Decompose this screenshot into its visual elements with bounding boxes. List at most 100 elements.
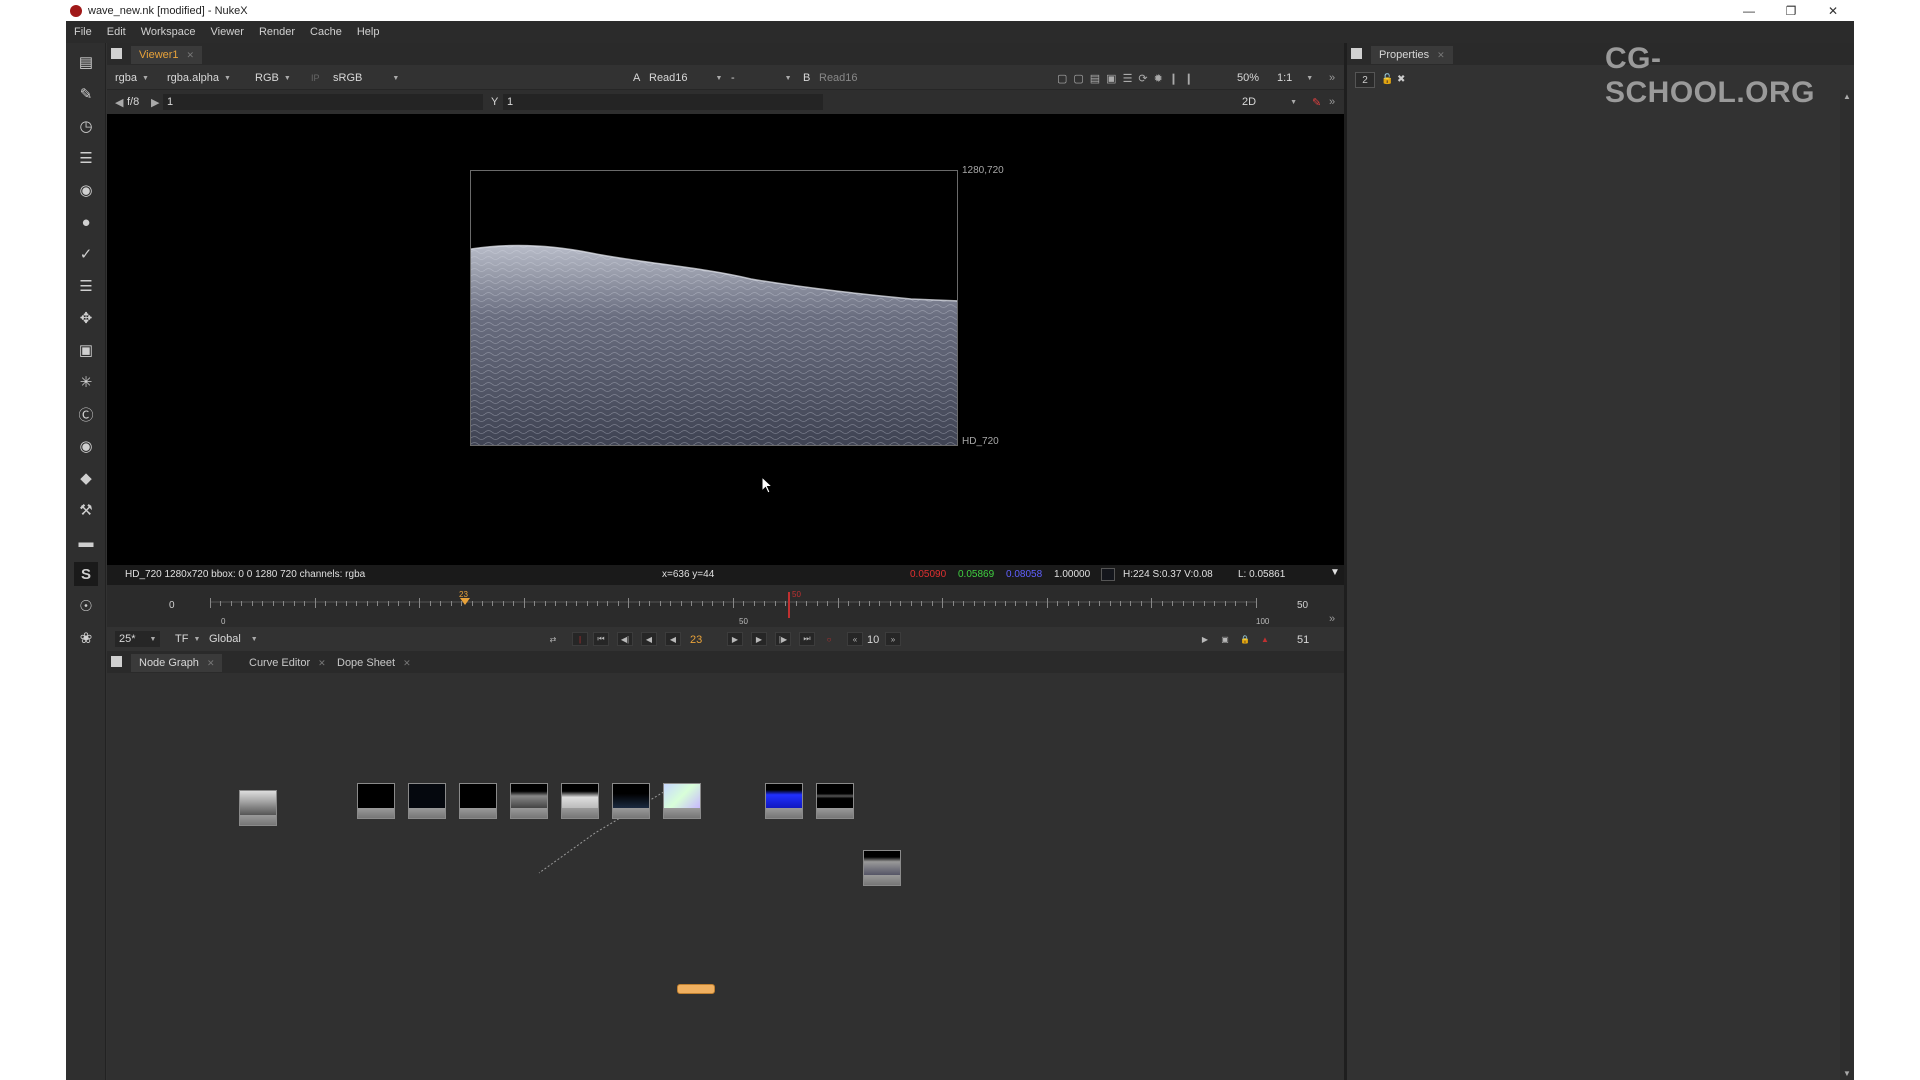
channels-dropdown[interactable]: rgba ▼ (115, 70, 149, 86)
transform-icon[interactable]: ✥ (74, 306, 98, 330)
scroll-up-icon[interactable]: ▲ (1843, 92, 1851, 101)
merge-op-dropdown[interactable]: - ▼ (731, 70, 792, 86)
tab-curve-editor[interactable]: Curve Editor ✕ (241, 654, 334, 672)
playhead[interactable] (788, 592, 790, 618)
close-node-graph-icon[interactable]: ✕ (207, 658, 215, 669)
read-node[interactable] (408, 783, 446, 819)
read-node[interactable] (561, 783, 599, 819)
time-icon[interactable]: ◷ (74, 114, 98, 138)
viewer-toggle-icons[interactable]: ▢▢▤▣☰⟳✹❙❙ (1057, 70, 1199, 86)
clear-panels-icon[interactable]: ✖ (1397, 74, 1405, 85)
3d-icon[interactable]: ▣ (74, 338, 98, 362)
node-pane-menu-icon[interactable] (111, 656, 122, 667)
zoom-dropdown[interactable]: 50% (1237, 70, 1259, 86)
close-tab-icon[interactable]: ✕ (187, 50, 195, 61)
scope-dropdown[interactable]: Global ▼ (209, 631, 258, 647)
menu-file[interactable]: File (74, 26, 92, 38)
read-node[interactable] (612, 783, 650, 819)
tab-viewer1[interactable]: Viewer1 ✕ (131, 46, 203, 64)
fps-dropdown[interactable]: 25* ▼ (115, 631, 161, 647)
merge-icon[interactable]: ☰ (74, 274, 98, 298)
fstop-value[interactable]: f/8 (127, 94, 139, 110)
read-node[interactable] (459, 783, 497, 819)
views-icon[interactable]: ◉ (74, 434, 98, 458)
properties-scrollbar[interactable]: ▲ ▼ (1840, 90, 1854, 1080)
restore-icon[interactable]: ❐ (1770, 0, 1812, 21)
read-node[interactable] (510, 783, 548, 819)
tab-properties[interactable]: Properties ✕ (1371, 46, 1453, 64)
draw-icon[interactable]: ✎ (74, 82, 98, 106)
metadata-icon[interactable]: ◆ (74, 466, 98, 490)
menu-cache[interactable]: Cache (310, 26, 342, 38)
flipbook-icon[interactable]: ▶ (1197, 632, 1213, 646)
skip-back-icon[interactable]: « (847, 632, 863, 646)
step-field[interactable]: 10 (867, 632, 879, 648)
fstop-decrease-icon[interactable]: ◀ (115, 94, 123, 110)
close-dope-sheet-icon[interactable]: ✕ (403, 658, 411, 669)
menu-viewer[interactable]: Viewer (211, 26, 244, 38)
tf-dropdown[interactable]: TF ▼ (175, 631, 200, 647)
gain-slider[interactable]: 1 (163, 94, 483, 110)
close-curve-editor-icon[interactable]: ✕ (318, 658, 326, 669)
render-icon[interactable]: ▲ (1257, 632, 1273, 646)
menu-render[interactable]: Render (259, 26, 295, 38)
previous-keyframe-icon[interactable]: ◀| (617, 632, 633, 646)
minimize-icon[interactable]: — (1728, 0, 1770, 21)
menu-help[interactable]: Help (357, 26, 380, 38)
current-frame-field[interactable]: 23 (690, 632, 702, 648)
read-node[interactable] (816, 783, 854, 819)
view-mode-dropdown[interactable]: 2D ▼ (1242, 94, 1297, 110)
other-icon[interactable]: ▬ (74, 530, 98, 554)
next-frame-icon[interactable]: ▶ (751, 632, 767, 646)
paint-icon[interactable]: ✎ (1312, 94, 1321, 110)
script-icon[interactable]: S (74, 562, 98, 586)
max-panels-field[interactable]: 2 (1355, 72, 1375, 88)
input-b-dropdown[interactable]: Read16 (819, 70, 858, 86)
node-graph-canvas[interactable] (107, 673, 1344, 1080)
last-frame-icon[interactable]: ⏭ (799, 632, 815, 646)
alpha-channel-dropdown[interactable]: rgba.alpha ▼ (167, 70, 231, 86)
play-backward-icon[interactable]: ◀ (665, 632, 681, 646)
lock-icon[interactable]: 🔒 (1237, 632, 1253, 646)
read-node[interactable] (239, 790, 277, 826)
loop-mode-icon[interactable]: ⇄ (545, 632, 561, 646)
gamma-slider[interactable]: 1 (503, 94, 823, 110)
display-channel-dropdown[interactable]: RGB ▼ (255, 70, 291, 86)
viewer-node[interactable] (677, 984, 715, 994)
deep-icon[interactable]: Ⓒ (74, 402, 98, 426)
fstop-increase-icon[interactable]: ▶ (151, 94, 159, 110)
last-frame-field[interactable]: 51 (1297, 632, 1309, 648)
color-icon[interactable]: ◉ (74, 178, 98, 202)
expand-timeline-icon[interactable]: » (1329, 613, 1335, 625)
timeline[interactable]: 0 23 50 0 50 100 50 » (107, 585, 1344, 627)
viewer-viewport[interactable]: 1280,720 HD_720 (107, 114, 1344, 565)
play-forward-icon[interactable]: ▶ (727, 632, 743, 646)
in-point-icon[interactable]: | (572, 632, 588, 646)
menu-edit[interactable]: Edit (107, 26, 126, 38)
info-dropdown-icon[interactable]: ▼ (1330, 567, 1340, 578)
in-marker-icon[interactable] (460, 598, 470, 605)
image-icon[interactable]: ▤ (74, 50, 98, 74)
ip-button[interactable]: IP (311, 70, 320, 86)
previous-frame-icon[interactable]: ◀ (641, 632, 657, 646)
tab-node-graph[interactable]: Node Graph ✕ (131, 654, 223, 672)
particles-icon[interactable]: ✳ (74, 370, 98, 394)
read-node[interactable] (765, 783, 803, 819)
viewer-image-frame[interactable] (470, 170, 958, 446)
ocula-icon[interactable]: ❀ (74, 626, 98, 650)
close-properties-icon[interactable]: ✕ (1437, 50, 1445, 61)
furnace-icon[interactable]: ☉ (74, 594, 98, 618)
lock-panel-icon[interactable]: 🔓 (1381, 74, 1393, 85)
scroll-down-icon[interactable]: ▼ (1843, 1069, 1851, 1078)
selected-read-node[interactable] (863, 850, 901, 886)
menu-workspace[interactable]: Workspace (141, 26, 196, 38)
props-pane-menu-icon[interactable] (1351, 48, 1362, 59)
next-keyframe-icon[interactable]: |▶ (775, 632, 791, 646)
pane-menu-icon[interactable] (111, 48, 122, 59)
skip-forward-icon[interactable]: » (885, 632, 901, 646)
filter-icon[interactable]: ● (74, 210, 98, 234)
read-node[interactable] (663, 783, 701, 819)
input-a-dropdown[interactable]: Read16 ▼ (649, 70, 722, 86)
read-node[interactable] (357, 783, 395, 819)
expand-controls-icon[interactable]: » (1329, 70, 1335, 86)
